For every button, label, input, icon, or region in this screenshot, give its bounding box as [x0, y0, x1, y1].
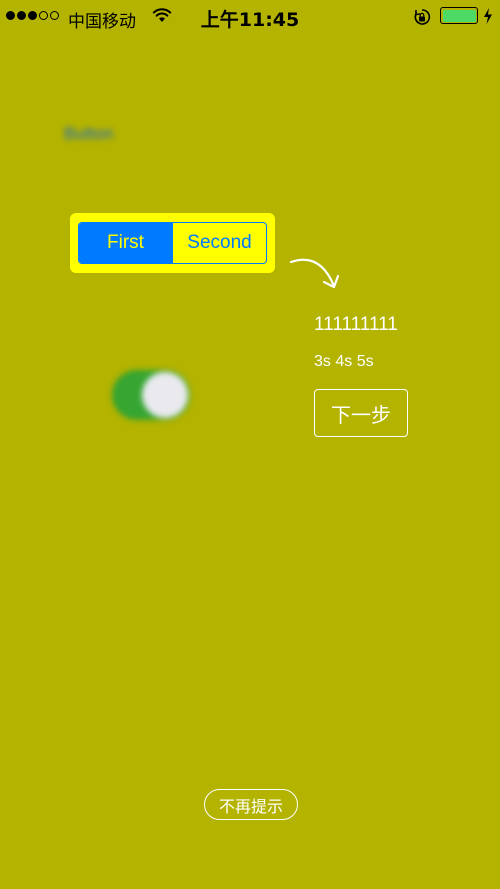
curved-arrow-icon: [288, 252, 344, 299]
charging-bolt-icon: [483, 8, 493, 29]
segment-second[interactable]: Second: [172, 223, 266, 263]
battery-level: [442, 9, 476, 22]
guide-subtext: 3s 4s 5s: [314, 353, 374, 370]
blurred-button: Button: [64, 124, 114, 143]
guide-text: 111111111: [314, 314, 398, 335]
segmented-control[interactable]: First Second: [78, 222, 267, 264]
segment-first[interactable]: First: [79, 223, 172, 263]
blurred-toggle-switch: [112, 370, 190, 420]
dont-show-again-button[interactable]: 不再提示: [204, 789, 298, 820]
next-step-button[interactable]: 下一步: [314, 389, 408, 437]
highlight-frame: First Second: [70, 213, 275, 273]
toggle-knob: [142, 372, 188, 418]
battery-icon: [440, 7, 478, 24]
rotation-lock-icon: [413, 8, 431, 31]
status-bar: 中国移动 上午11:45: [0, 0, 500, 34]
